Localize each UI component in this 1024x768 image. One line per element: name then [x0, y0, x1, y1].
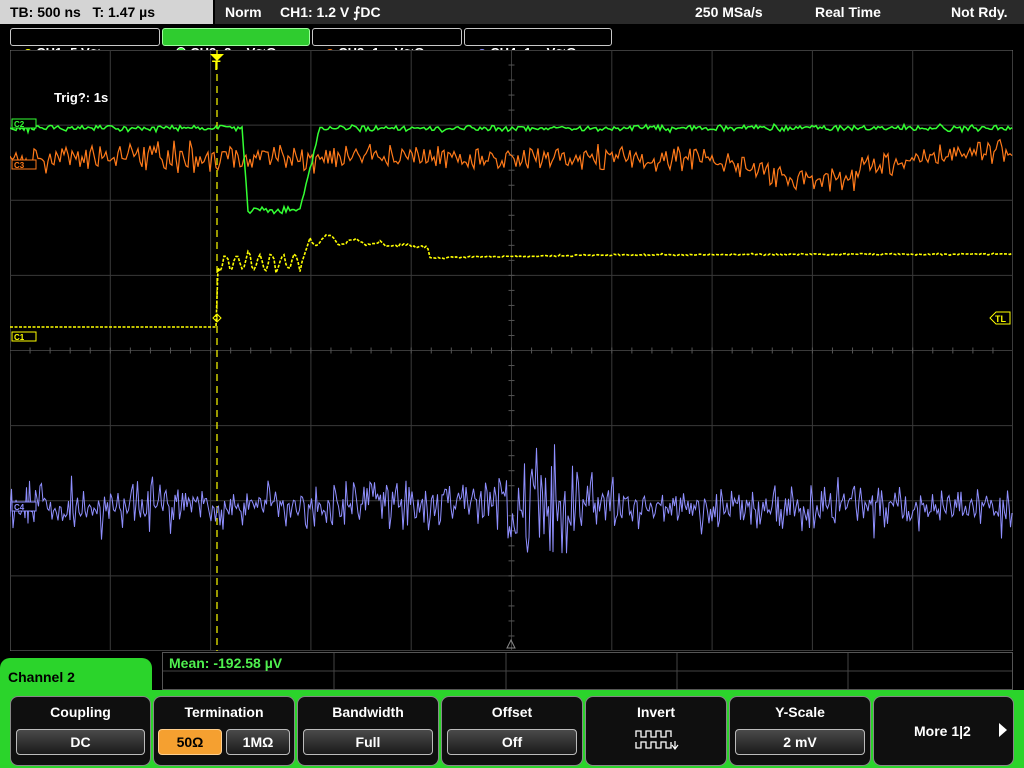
invert-title: Invert [636, 704, 676, 720]
invert-waveform-icon [635, 730, 679, 750]
tab-ch4[interactable]: CH4: 1 mV≅Ω [464, 28, 612, 60]
trigger-wait-readout: Trig?: 1s [54, 90, 108, 105]
svg-text:TL: TL [995, 314, 1006, 324]
trigger-source[interactable]: CH1: 1.2 V ⨍DC [280, 0, 381, 24]
run-state: Not Rdy. [951, 4, 1008, 20]
next-page-icon [999, 723, 1007, 737]
bandwidth-value[interactable]: Full [303, 729, 433, 755]
y-scale-value[interactable]: 2 mV [735, 729, 865, 755]
ch1-offset-marker[interactable]: C1 [14, 333, 25, 342]
tab-ch2[interactable]: CH2: 2 mV≅Ω [162, 28, 310, 60]
coupling-title: Coupling [50, 704, 111, 720]
more-softkey[interactable]: More 1|2 [873, 696, 1014, 766]
waveform-display[interactable]: T Trig?: 1s C2 C3 C1 C4 TL [10, 50, 1013, 651]
trigger-mode[interactable]: Norm [225, 0, 262, 24]
status-bar: Norm CH1: 1.2 V ⨍DC 250 MSa/s Real Time … [215, 0, 1024, 24]
ch4-offset-marker[interactable]: C4 [14, 503, 25, 512]
acquisition-mode: Real Time [815, 4, 881, 20]
tab-ch1[interactable]: CH1: 5 V≅ [10, 28, 160, 60]
offset-title: Offset [491, 704, 533, 720]
tab-ch3[interactable]: CH3: 1 mV≅Ω [312, 28, 462, 60]
termination-50ohm[interactable]: 50Ω [158, 729, 222, 755]
ch2-offset-marker[interactable]: C2 [14, 120, 25, 129]
termination-softkey[interactable]: Termination 50Ω 1MΩ [153, 696, 295, 766]
invert-softkey[interactable]: Invert [585, 696, 727, 766]
coupling-softkey[interactable]: Coupling DC [10, 696, 151, 766]
termination-title: Termination [184, 704, 264, 720]
more-label: More 1|2 [914, 723, 971, 739]
sample-rate: 250 MSa/s [695, 4, 763, 20]
measurement-panel [162, 652, 1013, 690]
ch3-offset-marker[interactable]: C3 [14, 161, 25, 170]
menu-title: Channel 2 [0, 658, 152, 698]
timebase-readout[interactable]: TB: 500 ns T: 1.47 µs [0, 0, 213, 24]
termination-1mohm[interactable]: 1MΩ [226, 729, 290, 755]
y-scale-softkey[interactable]: Y-Scale 2 mV [729, 696, 871, 766]
bandwidth-title: Bandwidth [332, 704, 404, 720]
bandwidth-softkey[interactable]: Bandwidth Full [297, 696, 439, 766]
mean-measurement[interactable]: Mean: -192.58 µV [169, 655, 282, 671]
y-scale-title: Y-Scale [775, 704, 825, 720]
offset-value[interactable]: Off [447, 729, 577, 755]
coupling-value[interactable]: DC [16, 729, 145, 755]
offset-softkey[interactable]: Offset Off [441, 696, 583, 766]
